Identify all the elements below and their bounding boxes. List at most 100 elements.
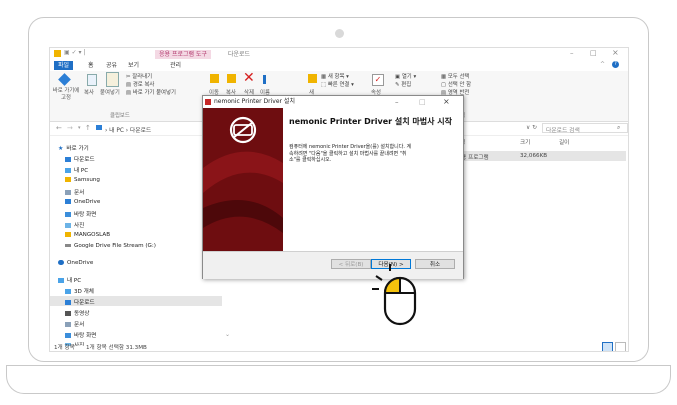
folder-icon xyxy=(65,177,71,182)
recent-dropdown-icon[interactable]: ▾ xyxy=(78,125,81,131)
nav-item-pc[interactable]: 내 PC xyxy=(65,166,88,174)
nav-item-onedrive-folder[interactable]: OneDrive xyxy=(65,199,100,205)
tab-manage[interactable]: 관리 xyxy=(170,61,181,70)
tab-share[interactable]: 공유 xyxy=(106,61,117,70)
open-button[interactable]: ▣ 열기 ▾ xyxy=(395,72,416,80)
rename-icon[interactable] xyxy=(263,75,266,84)
close-icon[interactable]: × xyxy=(612,48,619,57)
pc-icon xyxy=(58,278,64,283)
ribbon-tabs: 파일 홈 공유 보기 관리 ? ^ xyxy=(50,60,628,71)
copy-icon[interactable] xyxy=(87,74,97,86)
nav-pc-item-videos[interactable]: 동영상 xyxy=(65,309,89,317)
tab-view[interactable]: 보기 xyxy=(128,61,139,70)
column-length[interactable]: 길이 xyxy=(559,138,569,146)
nav-pc-item-documents[interactable]: 문서 xyxy=(65,320,84,328)
new-item-button[interactable]: ▦ 새 항목 ▾ xyxy=(321,72,349,80)
quick-access-toolbar[interactable]: ▣ ✓ ▾ | xyxy=(64,49,85,56)
nav-item-label: MANGOSLAB xyxy=(74,232,111,238)
edit-button[interactable]: ✎ 편집 xyxy=(395,80,411,88)
nav-item-downloads[interactable]: 다운로드 xyxy=(65,155,95,163)
nav-item-label: 내 PC xyxy=(74,168,89,174)
paste-label: 붙여넣기 xyxy=(100,90,120,96)
star-icon: ★ xyxy=(58,145,64,152)
nav-pc-item-downloads[interactable]: 다운로드 xyxy=(65,298,95,306)
search-box[interactable]: 다운로드 검색 ⌕ xyxy=(542,123,628,134)
file-size: 32,066KB xyxy=(520,153,548,159)
breadcrumb[interactable]: › 내 PC › 다운로드 xyxy=(105,125,151,134)
properties-icon[interactable]: ✓ xyxy=(372,74,384,86)
nav-item-label: 바탕 화면 xyxy=(74,333,97,339)
installer-dialog: nemonic Printer Driver 설치 – □ × nemonic … xyxy=(202,95,464,279)
dialog-heading: nemonic Printer Driver 설치 마법사 시작 xyxy=(289,117,452,126)
webcam-dot xyxy=(335,29,344,38)
laptop-base xyxy=(6,366,671,394)
up-icon[interactable]: ↑ xyxy=(85,124,91,132)
nav-item-label: 문서 xyxy=(74,190,85,196)
search-icon[interactable]: ⌕ xyxy=(617,124,620,132)
select-none-button[interactable]: ▢ 선택 안 함 xyxy=(441,80,471,88)
select-all-button[interactable]: ▦ 모두 선택 xyxy=(441,72,469,80)
easy-access-button[interactable]: ⬚ 빠른 연결 ▾ xyxy=(321,80,354,88)
nav-item-pictures[interactable]: 사진 xyxy=(65,221,84,229)
new-folder-icon[interactable] xyxy=(308,74,317,83)
tab-home[interactable]: 홈 xyxy=(88,61,94,70)
cancel-button[interactable]: 취소 xyxy=(415,259,455,269)
refresh-icon[interactable]: ∨ ↻ xyxy=(526,125,537,131)
nav-item-google-drive[interactable]: Google Drive File Stream (G:) xyxy=(65,243,156,249)
pin-label: 바로 가기에 고정 xyxy=(52,88,80,101)
tab-file[interactable]: 파일 xyxy=(54,61,74,70)
cut-button[interactable]: ✂ 잘라내기 xyxy=(126,72,152,80)
nav-pc-item-3d[interactable]: 3D 개체 xyxy=(65,287,94,295)
breadcrumb-pc[interactable]: 내 PC xyxy=(109,128,124,134)
maximize-icon[interactable]: □ xyxy=(590,49,597,57)
tool-tab-label: 응용 프로그램 도구 xyxy=(155,50,211,59)
folder-icon xyxy=(65,199,71,204)
window-title: 다운로드 xyxy=(228,51,251,58)
nav-item-label: OneDrive xyxy=(74,199,101,205)
help-icon[interactable]: ? xyxy=(612,61,619,68)
large-icons-view-icon[interactable] xyxy=(615,342,626,351)
nav-item-desktop[interactable]: 바탕 화면 xyxy=(65,210,96,218)
nav-item-label: Google Drive File Stream (G:) xyxy=(74,243,156,249)
dialog-title: nemonic Printer Driver 설치 xyxy=(214,98,295,105)
nav-pc-item-desktop[interactable]: 바탕 화면 xyxy=(65,331,96,339)
move-to-icon[interactable] xyxy=(210,74,219,83)
nav-item-label: 바탕 화면 xyxy=(74,212,97,218)
dialog-footer: < 뒤로(B) 다음(N) > 취소 xyxy=(203,251,463,279)
back-button[interactable]: < 뒤로(B) xyxy=(331,259,371,269)
dialog-close-icon[interactable]: × xyxy=(443,96,450,108)
copy-path-button[interactable]: ▤ 경로 복사 xyxy=(126,80,154,88)
nav-item-label: Samsung xyxy=(74,177,100,183)
nav-this-pc[interactable]: 내 PC xyxy=(58,276,81,284)
installer-icon xyxy=(205,99,211,105)
clipboard-group-label: 클립보드 xyxy=(110,113,130,119)
easy-access-label: 빠른 연결 xyxy=(327,82,350,88)
pin-icon[interactable] xyxy=(58,73,71,86)
nav-quick-access-label: 바로 가기 xyxy=(66,146,89,152)
delete-icon[interactable]: ✕ xyxy=(243,70,255,86)
collapse-ribbon-icon[interactable]: ^ xyxy=(600,61,605,68)
banner-graphic xyxy=(203,108,283,251)
column-size[interactable]: 크기 xyxy=(520,138,530,146)
cloud-icon xyxy=(58,260,64,265)
minimize-icon[interactable]: – xyxy=(570,49,574,57)
nav-item-documents[interactable]: 문서 xyxy=(65,188,84,196)
paste-shortcut-button[interactable]: ▤ 바로 가기 붙여넣기 xyxy=(126,88,176,96)
status-bar: 1개 항목 1개 항목 선택함 31.3MB xyxy=(50,341,628,351)
dialog-minimize-icon[interactable]: – xyxy=(395,96,399,108)
table-row[interactable]: 응용 프로그램 32,066KB xyxy=(454,151,626,161)
details-view-icon[interactable] xyxy=(602,342,613,351)
forward-icon[interactable]: → xyxy=(67,124,73,132)
paste-icon[interactable] xyxy=(106,72,119,87)
breadcrumb-folder[interactable]: 다운로드 xyxy=(130,128,151,134)
nav-item-label: 문서 xyxy=(74,322,85,328)
nav-item-label: 3D 개체 xyxy=(74,289,94,295)
copy-to-icon[interactable] xyxy=(227,74,236,83)
nav-item-samsung[interactable]: Samsung xyxy=(65,177,100,183)
nav-onedrive[interactable]: OneDrive xyxy=(58,260,93,266)
drive-icon xyxy=(65,244,71,247)
mouse-click-icon xyxy=(372,264,417,326)
nav-quick-access[interactable]: ★ 바로 가기 xyxy=(58,144,89,152)
nav-item-mangoslab[interactable]: MANGOSLAB xyxy=(65,232,110,238)
back-icon[interactable]: ← xyxy=(56,124,62,132)
